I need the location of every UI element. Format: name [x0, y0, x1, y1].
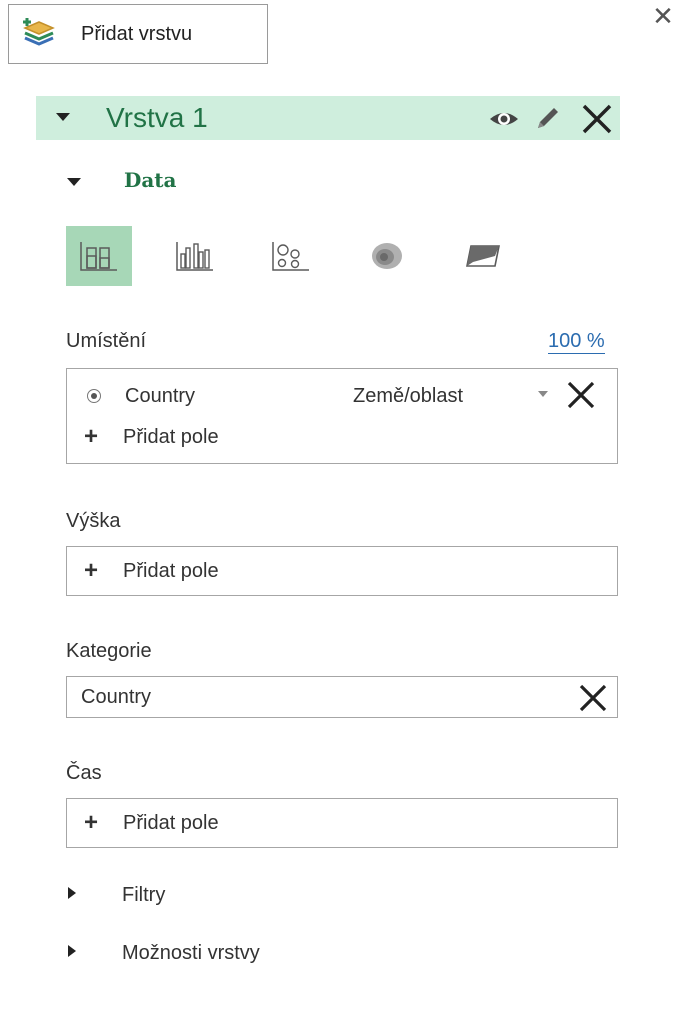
time-add-field-label: Přidat pole — [123, 811, 219, 834]
time-field-box: + Přidat pole — [66, 798, 618, 848]
add-layer-button[interactable]: Přidat vrstvu — [8, 4, 268, 64]
height-field-box: + Přidat pole — [66, 546, 618, 596]
layer-options-label: Možnosti vrstvy — [122, 942, 260, 964]
chevron-down-icon[interactable] — [537, 387, 549, 405]
data-section-title: Data — [124, 168, 177, 192]
location-add-field-button[interactable]: + Přidat pole — [81, 423, 219, 451]
stacked-column-icon — [80, 242, 117, 271]
plus-icon: + — [83, 557, 98, 584]
location-field-name: Country — [125, 384, 196, 407]
viz-heat-map-button[interactable] — [354, 226, 420, 286]
category-label: Kategorie — [66, 640, 152, 662]
category-field-box[interactable]: Country — [66, 676, 618, 718]
data-caret-down-icon[interactable] — [66, 174, 82, 190]
caret-down-icon[interactable] — [54, 108, 72, 126]
add-layer-label: Přidat vrstvu — [81, 22, 193, 45]
caret-right-icon — [66, 944, 78, 963]
caret-right-icon — [66, 886, 78, 905]
height-add-field-label: Přidat pole — [123, 559, 219, 582]
filters-label: Filtry — [122, 884, 166, 906]
heat-map-icon — [372, 243, 402, 269]
time-label: Čas — [66, 762, 102, 784]
clustered-column-icon — [176, 242, 213, 271]
viz-region-button[interactable] — [450, 226, 516, 286]
remove-category-field-icon[interactable] — [577, 684, 609, 717]
add-layer-icon — [21, 16, 57, 52]
time-add-field-button[interactable]: + Přidat pole — [81, 809, 219, 837]
delete-layer-icon[interactable] — [580, 104, 614, 134]
remove-location-field-icon[interactable] — [565, 381, 597, 414]
location-field-type[interactable]: Země/oblast — [353, 385, 463, 408]
location-percent-link[interactable]: 100 % — [548, 330, 605, 354]
region-icon — [466, 245, 500, 267]
location-field-box: Country Země/oblast + Přidat pole — [66, 368, 618, 464]
height-label: Výška — [66, 510, 121, 532]
filters-toggle[interactable]: Filtry — [66, 884, 165, 907]
category-field-name: Country — [81, 686, 152, 708]
location-field-row[interactable]: Country Země/oblast — [87, 381, 611, 411]
location-add-field-label: Přidat pole — [123, 425, 219, 448]
eye-icon[interactable] — [488, 104, 520, 134]
viz-clustered-column-button[interactable] — [162, 226, 228, 286]
bubble-icon — [272, 242, 309, 271]
viz-stacked-column-button[interactable] — [66, 226, 132, 286]
close-icon: ✕ — [652, 1, 674, 31]
pencil-icon[interactable] — [534, 104, 562, 134]
close-panel-button[interactable]: ✕ — [648, 2, 678, 32]
radio-selected-icon[interactable] — [87, 389, 101, 403]
plus-icon: + — [83, 809, 98, 836]
viz-bubble-button[interactable] — [258, 226, 324, 286]
plus-icon: + — [83, 423, 98, 450]
location-label: Umístění — [66, 330, 147, 352]
layer-name: Vrstva 1 — [106, 102, 208, 133]
height-add-field-button[interactable]: + Přidat pole — [81, 557, 219, 585]
layer-options-toggle[interactable]: Možnosti vrstvy — [66, 942, 260, 965]
